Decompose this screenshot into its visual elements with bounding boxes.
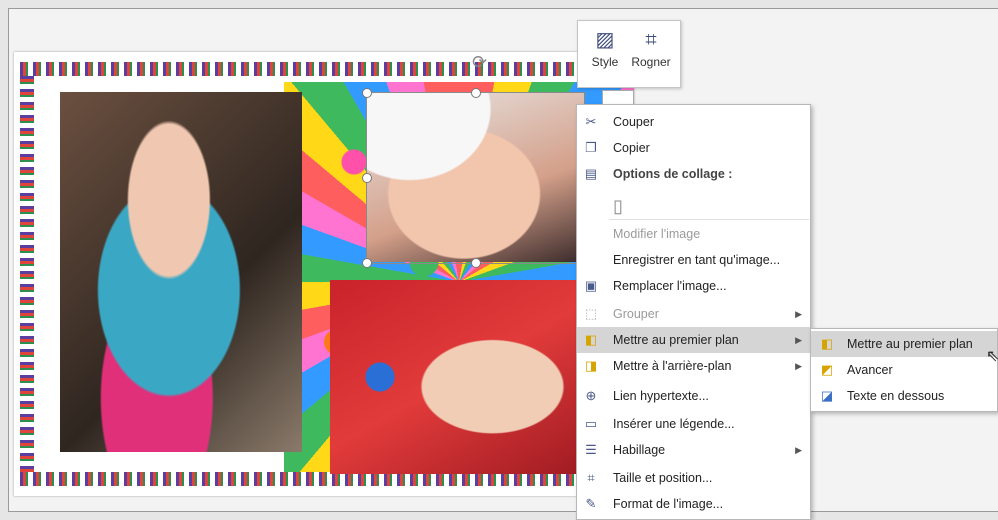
mouse-cursor-icon: ⇖ <box>986 348 998 365</box>
behind-text-icon: ◪ <box>820 388 834 403</box>
paste-option-icon[interactable]: ▯ <box>613 193 637 219</box>
menu-separator <box>609 219 809 220</box>
caption-icon: ▭ <box>584 416 598 431</box>
style-button[interactable]: ▨ Style <box>582 25 628 83</box>
submenu-arrow-icon: ▶ <box>795 361 802 371</box>
menu-item-size-position[interactable]: ⌗ Taille et position... <box>577 465 810 491</box>
copy-icon: ❐ <box>585 140 597 155</box>
submenu-item-behind-text[interactable]: ◪ Texte en dessous <box>811 383 997 409</box>
menu-item-send-to-back[interactable]: ◨ Mettre à l'arrière-plan ▶ <box>577 353 810 379</box>
photo-baby-on-red-blanket[interactable] <box>330 280 580 474</box>
bring-to-front-submenu: ◧ Mettre au premier plan ◩ Avancer ◪ Tex… <box>810 328 998 412</box>
scissors-icon: ✂ <box>585 114 597 129</box>
crop-label: Rogner <box>631 55 671 69</box>
word-window: ⟳ ▨ Style ⌗ Rogner ✂ Couper ❐ Copier ▤ O… <box>0 0 998 520</box>
wrap-icon: ☰ <box>585 442 597 457</box>
picture-style-icon: ▨ <box>595 29 615 51</box>
size-position-icon: ⌗ <box>587 470 595 485</box>
menu-item-save-as-picture[interactable]: Enregistrer en tant qu'image... <box>577 247 810 273</box>
resize-handle[interactable] <box>471 258 481 268</box>
selection-box <box>366 92 586 264</box>
decorative-border-top <box>20 62 626 76</box>
submenu-arrow-icon: ▶ <box>795 309 802 319</box>
rotate-handle-icon[interactable]: ⟳ <box>472 52 487 73</box>
link-icon: ⊕ <box>585 388 597 403</box>
menu-item-cut[interactable]: ✂ Couper <box>577 109 810 135</box>
photo-baby-with-mother[interactable] <box>60 92 302 452</box>
menu-item-format-picture[interactable]: ✎ Format de l'image... <box>577 491 810 517</box>
decorative-border-bottom <box>20 472 626 486</box>
menu-item-group: ⬚ Grouper ▶ <box>577 301 810 327</box>
style-label: Style <box>591 55 619 69</box>
replace-image-icon: ▣ <box>584 278 598 293</box>
bring-forward-icon: ◩ <box>820 362 834 377</box>
bring-front-icon: ◧ <box>584 332 598 347</box>
resize-handle[interactable] <box>362 173 372 183</box>
resize-handle[interactable] <box>471 88 481 98</box>
resize-handle[interactable] <box>362 258 372 268</box>
document-page: ⟳ <box>14 52 634 496</box>
menu-item-bring-to-front[interactable]: ◧ Mettre au premier plan ▶ <box>577 327 810 353</box>
submenu-arrow-icon: ▶ <box>795 335 802 345</box>
mini-toolbar: ▨ Style ⌗ Rogner <box>577 20 681 88</box>
bring-to-front-icon: ◧ <box>820 336 834 351</box>
menu-item-edit-picture: Modifier l'image <box>613 227 701 241</box>
menu-item-hyperlink[interactable]: ⊕ Lien hypertexte... <box>577 383 810 409</box>
menu-item-copy[interactable]: ❐ Copier <box>577 135 810 161</box>
crop-icon: ⌗ <box>645 29 657 51</box>
submenu-arrow-icon: ▶ <box>795 445 802 455</box>
format-picture-icon: ✎ <box>585 496 597 511</box>
context-menu: ✂ Couper ❐ Copier ▤ Options de collage :… <box>576 104 811 520</box>
send-back-icon: ◨ <box>584 358 598 373</box>
menu-header-paste-options: ▤ Options de collage : <box>584 166 733 181</box>
group-icon: ⬚ <box>584 306 598 321</box>
menu-item-wrap-text[interactable]: ☰ Habillage ▶ <box>577 437 810 463</box>
submenu-item-bring-to-front[interactable]: ◧ Mettre au premier plan <box>811 331 997 357</box>
crop-button[interactable]: ⌗ Rogner <box>628 25 674 83</box>
submenu-item-bring-forward[interactable]: ◩ Avancer <box>811 357 997 383</box>
decorative-border-left <box>20 76 34 472</box>
menu-item-change-picture[interactable]: ▣ Remplacer l'image... <box>577 273 810 299</box>
menu-item-insert-caption[interactable]: ▭ Insérer une légende... <box>577 411 810 437</box>
paste-icon: ▤ <box>584 166 598 181</box>
resize-handle[interactable] <box>362 88 372 98</box>
